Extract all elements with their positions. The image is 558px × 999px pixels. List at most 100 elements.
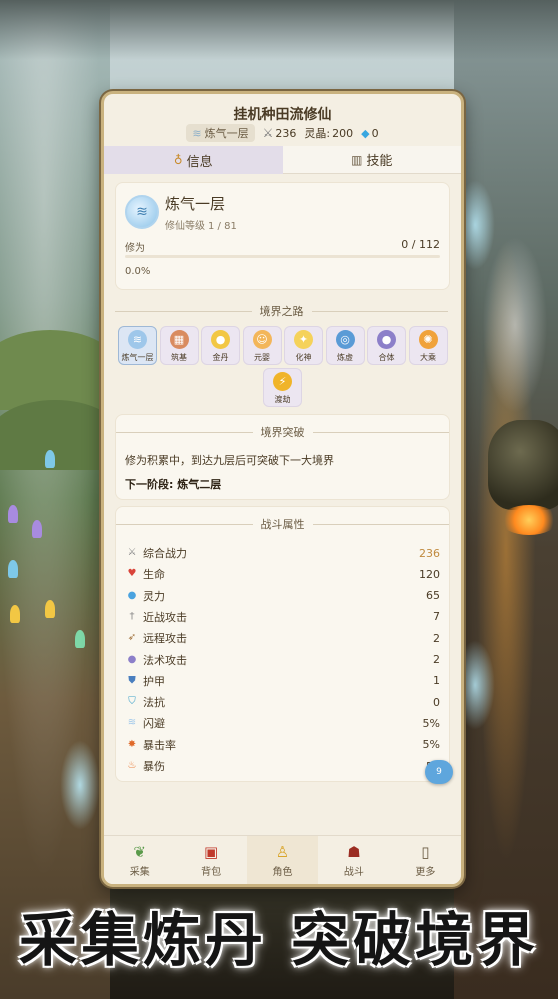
tab-skills-label: 技能 [366,154,393,169]
combat-attributes-card: 战斗属性 ⚔ 综合战力 236 ♥ 生命 120 ● 灵力 65 † 近战攻击 7 ➶ 远程攻击 2 ● 法术攻… [115,506,450,782]
bag-icon: ▣ [204,843,219,861]
combat-attribute-row: ≋ 闪避 5% [125,714,440,732]
combat-attribute-row: † 近战攻击 7 [125,608,441,626]
combat-attribute-value: 236 [419,546,440,560]
nav-item-4[interactable]: ▯ 更多 [390,836,461,884]
cultivation-label: 修为 [125,243,145,254]
realm-stage-3[interactable]: ☺ 元婴 [242,326,282,365]
combat-attribute-row: ✸ 暴击率 5% [125,736,440,754]
bow-icon: ➶ [127,632,137,644]
divider [116,431,253,433]
realm-stage-6[interactable]: ● 合体 [367,326,406,365]
wind-icon: ≋ [192,126,202,140]
combat-attribute-label: 生命 [143,568,165,582]
cultivation-level-label: 修仙等级 [165,221,205,232]
floating-chat-button[interactable]: 9 [425,760,453,784]
combat-attribute-label: 近战攻击 [143,610,187,624]
chart-icon: ▥ [351,152,363,167]
divider [311,310,448,312]
background-mountain-farm [0,0,110,999]
realm-stage-4[interactable]: ✦ 化神 [284,326,323,365]
swirl-icon: ◎ [335,330,355,349]
divider [115,310,252,312]
combat-attribute-row: ● 灵力 65 [125,587,440,605]
realm-path-title: 境界之路 [115,304,448,318]
combat-attribute-row: ● 法术攻击 2 [125,651,440,669]
combat-attribute-label: 远程攻击 [143,632,187,646]
realm-stage-name: 筑基 [171,353,187,362]
tab-skills[interactable]: ▥ 技能 [282,146,461,174]
cultivation-level: 修仙等级 1 / 81 [165,217,240,232]
realm-badge: ≋ 炼气一层 [186,124,255,142]
heart-icon: ♥ [127,568,137,580]
tab-info[interactable]: ♁ 信息 [104,146,283,174]
character-icon: ♙ [275,843,290,861]
nav-item-label: 采集 [129,867,150,878]
breakthrough-title-text: 境界突破 [260,426,305,439]
spirit-crystal-stat: 灵晶: 200 [304,125,353,141]
combat-attribute-label: 暴伤 [143,760,165,773]
background-plant [32,520,42,538]
promo-slogan: 采集炼丹 突破境界 [18,906,540,974]
swords-icon: ⚔ [262,126,274,140]
character-panel: 挂机种田流修仙 ≋ 炼气一层 ⚔ 236 灵晶: 200 ◆ 0 ♁ 信息 ▥ … [101,91,464,887]
diamond-icon: ◆ [361,126,370,140]
realm-path-title-text: 境界之路 [259,305,304,318]
breakthrough-title: 境界突破 [116,425,449,439]
combat-attribute-value: 1 [433,674,440,688]
panel-tabs: ♁ 信息 ▥ 技能 [104,146,461,174]
background-plant [10,605,20,623]
realm-stage-8[interactable]: ⚡ 渡劫 [263,368,302,407]
app-title: 挂机种田流修仙 [233,107,332,123]
combat-attribute-value: 2 [433,631,440,645]
dodge-icon: ≋ [127,717,137,729]
flame-icon: ♨ [127,760,137,771]
combat-attribute-label: 护甲 [143,674,165,688]
nav-item-1[interactable]: ▣ 背包 [175,836,246,884]
nav-item-3[interactable]: ☗ 战斗 [318,836,389,884]
sword-icon: † [129,610,135,622]
infant-icon: ☺ [252,330,272,349]
realm-stage-5[interactable]: ◎ 炼虚 [325,326,365,365]
wind-icon: ≋ [125,195,159,229]
background-plant [45,600,55,618]
cultivation-percent: 0.0% [125,266,151,277]
realm-stage-2[interactable]: ● 金丹 [201,326,240,365]
bottom-nav: ❦ 采集 ▣ 背包 ♙ 角色 ☗ 战斗 ▯ 更多 [104,835,461,884]
realm-badge-label: 炼气一层 [204,127,249,140]
burst-icon: ✸ [127,738,137,750]
combat-attribute-row: ⛊ 护甲 1 [125,672,440,690]
divider [312,523,449,525]
realm-stage-1[interactable]: ▦ 筑基 [159,326,199,365]
combat-attribute-row: ♨暴伤50 [125,757,440,775]
cultivation-level-value: 1 / 81 [208,221,237,232]
realm-stage-name: 炼虚 [337,353,353,362]
wind-icon: ≋ [128,330,147,349]
realm-stage-name: 炼气一层 [121,353,154,362]
orb-icon: ● [377,330,396,349]
nav-item-2[interactable]: ♙ 角色 [246,836,319,884]
realm-stage-7[interactable]: ✺ 大乘 [408,326,448,365]
lightning-icon: ⚡ [273,372,292,391]
brick-icon: ▦ [169,330,189,349]
combat-attribute-row: ⛉ 法抗 0 [125,693,440,711]
nav-item-0[interactable]: ❦ 采集 [104,836,175,884]
realm-stage-name: 渡劫 [274,395,291,404]
background-smoke [480,230,550,420]
divider [312,431,449,433]
background-plant [8,560,18,578]
combat-attribute-label: 法术攻击 [143,653,187,667]
demon-mask-icon: ☗ [347,843,361,861]
combat-power-value: 236 [275,126,297,140]
realm-stage-name: 化神 [295,353,312,362]
combat-attribute-value: 65 [426,589,440,603]
sparkle-icon: ✦ [294,330,313,349]
crystal-ball-icon: ● [127,653,137,665]
breakthrough-card: 境界突破 修为积累中，到达九层后可突破下一大境界 下一阶段: 炼气二层 [115,414,450,500]
breakthrough-description: 修为积累中，到达九层后可突破下一大境界 [125,454,334,467]
realm-stage-name: 大乘 [420,353,436,362]
cultivation-value: 0 / 112 [401,238,440,251]
realm-stage-0[interactable]: ≋ 炼气一层 [118,326,157,365]
spirit-crystal-value: 200 [332,126,354,140]
nav-item-label: 战斗 [343,867,364,878]
